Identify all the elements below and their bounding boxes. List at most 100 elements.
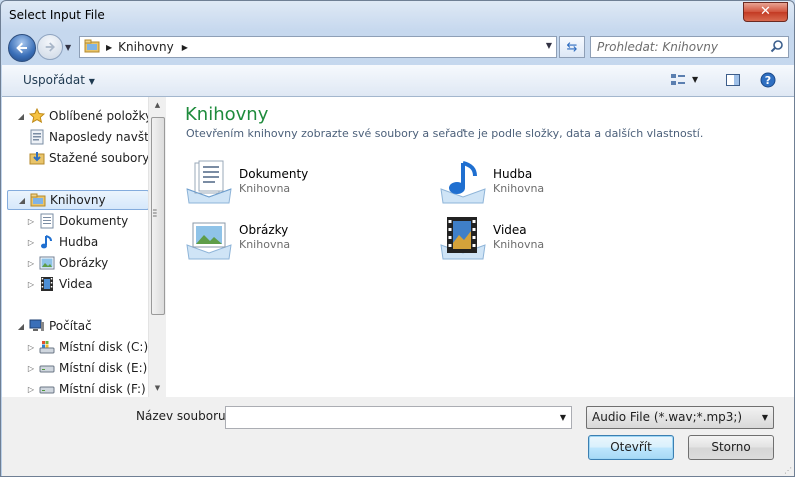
recent-places-icon (29, 129, 45, 145)
nav-item-label: Hudba (59, 235, 99, 249)
nav-item-label: Stažené soubory (49, 151, 148, 165)
nav-item-disk-e[interactable]: ▷ Místní disk (E:) (26, 358, 147, 378)
library-type: Knihovna (493, 238, 545, 251)
scroll-down-icon[interactable]: ▼ (149, 380, 166, 397)
nav-item-videos[interactable]: ▷ Videa (26, 274, 93, 294)
page-description: Otevřením knihovny zobrazte své soubory … (186, 127, 704, 140)
nav-item-label: Místní disk (E:) (59, 361, 148, 375)
help-icon[interactable]: ? (760, 72, 776, 88)
videos-library-icon (439, 215, 487, 263)
expand-triangle-icon[interactable]: ◢ (16, 322, 26, 331)
music-note-icon (39, 234, 55, 250)
star-icon (29, 108, 45, 124)
library-tile-videos[interactable]: Videa Knihovna (439, 215, 669, 263)
hard-disk-icon (39, 381, 55, 397)
library-folder-icon (84, 39, 100, 56)
nav-item-downloads[interactable]: Stažené soubory (26, 148, 148, 168)
view-dropdown-icon[interactable]: ▼ (692, 75, 708, 91)
nav-item-disk-c[interactable]: ▷ Místní disk (C:) (26, 337, 148, 357)
pictures-icon (39, 255, 55, 271)
library-name: Videa (493, 223, 527, 237)
nav-favorites[interactable]: ◢ Oblíbené položky (16, 106, 148, 126)
refresh-icon: ⇆ (566, 39, 578, 55)
nav-item-label: Videa (59, 277, 93, 291)
nav-item-label: Naposledy navštíveno (49, 130, 148, 144)
window-title: Select Input File (9, 8, 105, 22)
file-type-select[interactable]: Audio File (*.wav;*.mp3;) ▼ (586, 406, 774, 429)
library-content-pane: Knihovny Otevřením knihovny zobrazte své… (167, 97, 794, 397)
filename-input[interactable]: ▼ (225, 406, 572, 429)
nav-item-documents[interactable]: ▷ Dokumenty (26, 211, 128, 231)
collapsed-triangle-icon[interactable]: ▷ (26, 385, 36, 394)
arrow-left-icon (16, 42, 27, 54)
nav-item-music[interactable]: ▷ Hudba (26, 232, 98, 252)
nav-computer-label: Počítač (49, 319, 92, 333)
collapsed-triangle-icon[interactable]: ▷ (26, 259, 36, 268)
documents-icon (39, 213, 55, 229)
forward-button[interactable] (37, 34, 63, 60)
organize-button[interactable]: Uspořádat ▼ (23, 73, 95, 87)
address-dropdown-icon[interactable]: ▼ (546, 41, 552, 50)
nav-libraries-label: Knihovny (50, 193, 106, 207)
nav-item-label: Dokumenty (59, 214, 129, 228)
nav-item-disk-f[interactable]: ▷ Místní disk (F:) (26, 379, 146, 397)
collapsed-triangle-icon[interactable]: ▷ (26, 364, 36, 373)
pictures-library-icon (185, 215, 233, 263)
view-options-icon[interactable] (670, 72, 686, 88)
library-type: Knihovna (239, 238, 291, 251)
file-type-value: Audio File (*.wav;*.mp3;) (592, 410, 743, 424)
close-button[interactable]: ✕ (743, 2, 788, 22)
open-button[interactable]: Otevřít (588, 435, 674, 460)
breadcrumb-knihovny[interactable]: Knihovny (118, 40, 174, 54)
dialog-footer: Název souboru: ▼ Audio File (*.wav;*.mp3… (2, 397, 794, 476)
collapsed-triangle-icon[interactable]: ▷ (26, 343, 36, 352)
library-tile-music[interactable]: Hudba Knihovna (439, 159, 669, 207)
arrow-right-icon (45, 42, 55, 52)
search-icon[interactable] (770, 39, 784, 56)
collapsed-triangle-icon[interactable]: ▷ (26, 280, 36, 289)
title-bar: Select Input File ✕ (1, 1, 794, 29)
nav-item-label: Místní disk (F:) (59, 382, 146, 396)
library-type: Knihovna (239, 182, 291, 195)
breadcrumb-separator-icon[interactable]: ▶ (182, 43, 188, 52)
nav-item-pictures[interactable]: ▷ Obrázky (26, 253, 108, 273)
recent-pages-dropdown[interactable]: ▼ (65, 43, 71, 52)
scroll-up-icon[interactable]: ▲ (149, 97, 166, 114)
search-input[interactable]: Prohledat: Knihovny (590, 36, 789, 58)
cancel-button[interactable]: Storno (688, 435, 774, 460)
hard-disk-icon (39, 360, 55, 376)
nav-item-label: Obrázky (59, 256, 109, 270)
nav-scrollbar[interactable]: ▲ ═ ═ ═ ▼ (148, 97, 166, 397)
navigation-pane: ◢ Oblíbené položky Naposledy navštíveno … (2, 97, 148, 397)
chevron-down-icon[interactable]: ▼ (762, 413, 768, 422)
chevron-down-icon: ▼ (88, 77, 95, 86)
library-tile-pictures[interactable]: Obrázky Knihovna (185, 215, 415, 263)
nav-libraries[interactable]: ◢ Knihovny (7, 190, 148, 210)
file-dialog-window: Select Input File ✕ ▼ ▶ Knihovny ▶ ▼ ⇆ P… (0, 0, 795, 477)
documents-library-icon (185, 159, 233, 207)
library-name: Dokumenty (239, 167, 309, 181)
svg-text:?: ? (765, 74, 771, 87)
filename-label: Název souboru: (136, 409, 230, 423)
resize-grip-icon[interactable]: ⋰ (784, 466, 792, 475)
collapsed-triangle-icon[interactable]: ▷ (26, 238, 36, 247)
page-title: Knihovny (185, 104, 269, 125)
refresh-button[interactable]: ⇆ (559, 36, 585, 58)
address-bar[interactable]: ▶ Knihovny ▶ ▼ (79, 36, 557, 58)
nav-computer[interactable]: ◢ Počítač (16, 316, 92, 336)
scrollbar-grip-icon: ═ ═ ═ (153, 207, 157, 220)
filename-dropdown-icon[interactable]: ▼ (560, 413, 566, 422)
command-toolbar: Uspořádat ▼ ▼ ? (2, 65, 794, 97)
back-button[interactable] (8, 34, 36, 62)
expand-triangle-icon[interactable]: ◢ (16, 112, 26, 121)
library-tile-documents[interactable]: Dokumenty Knihovna (185, 159, 415, 207)
nav-item-recent[interactable]: Naposledy navštíveno (26, 127, 148, 147)
preview-pane-icon[interactable] (725, 72, 741, 88)
nav-item-label: Místní disk (C:) (59, 340, 148, 354)
breadcrumb-separator-icon[interactable]: ▶ (106, 43, 112, 52)
library-folder-icon (30, 192, 46, 208)
library-type: Knihovna (493, 182, 545, 195)
search-placeholder: Prohledat: Knihovny (597, 40, 718, 54)
collapsed-triangle-icon[interactable]: ▷ (26, 217, 36, 226)
expand-triangle-icon[interactable]: ◢ (17, 196, 27, 205)
